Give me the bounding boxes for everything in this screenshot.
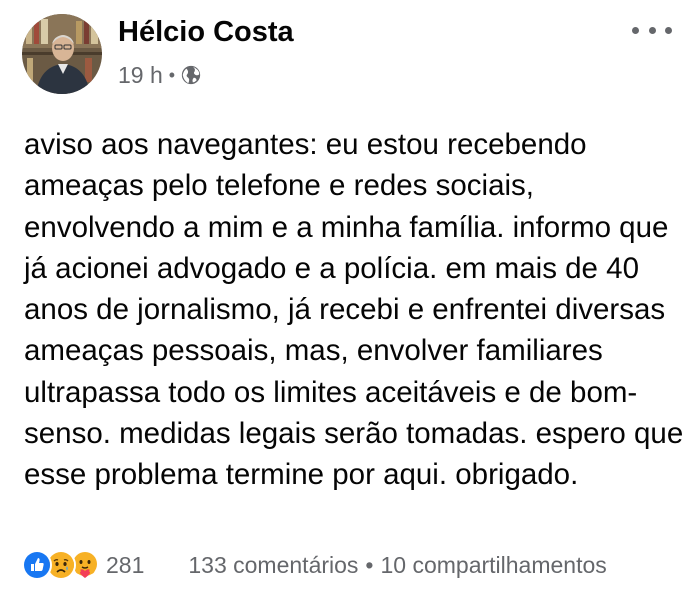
more-options-icon[interactable] (632, 18, 672, 42)
author-avatar[interactable] (22, 14, 102, 94)
globe-icon[interactable] (180, 64, 202, 86)
footer-separator: • (365, 551, 374, 578)
facebook-post: Hélcio Costa 19 h • aviso aos navegantes… (0, 0, 700, 604)
more-dot (665, 26, 672, 34)
post-timestamp[interactable]: 19 h (118, 62, 163, 89)
avatar-photo-icon (22, 14, 102, 94)
more-dot (648, 26, 656, 34)
meta-separator: • (168, 64, 176, 85)
shares-count-link[interactable]: 10 compartilhamentos (380, 552, 606, 579)
author-name[interactable]: Hélcio Costa (118, 16, 294, 49)
like-icon (22, 550, 52, 580)
reaction-count[interactable]: 281 (106, 552, 144, 579)
more-dot (632, 26, 639, 34)
post-body-text: aviso aos navegantes: eu estou recebendo… (24, 128, 684, 492)
post-meta: 19 h • (118, 60, 202, 90)
reaction-summary[interactable] (22, 550, 100, 580)
post-footer: 281 133 comentários • 10 compartilhament… (22, 548, 682, 582)
comments-count-link[interactable]: 133 comentários (188, 552, 358, 579)
